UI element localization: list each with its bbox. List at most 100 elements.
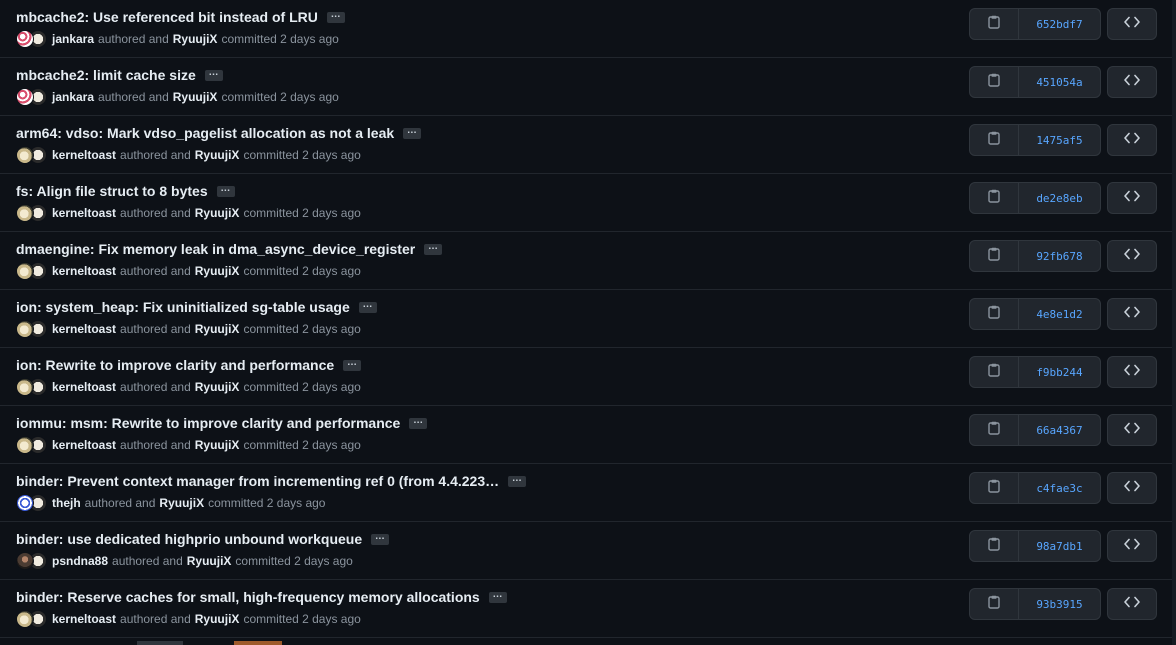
author-link[interactable]: kerneltoast	[52, 322, 116, 336]
author-avatar[interactable]	[16, 204, 34, 222]
copy-sha-button[interactable]	[970, 125, 1019, 155]
author-avatar[interactable]	[16, 378, 34, 396]
copy-sha-button[interactable]	[970, 241, 1019, 271]
author-avatar[interactable]	[16, 610, 34, 628]
commit-title-link[interactable]: binder: Prevent context manager from inc…	[16, 473, 499, 489]
commit-title-link[interactable]: binder: Reserve caches for small, high-f…	[16, 589, 480, 605]
author-avatar[interactable]	[16, 262, 34, 280]
browse-repo-button[interactable]	[1107, 356, 1157, 388]
commit-sha-link[interactable]: 451054a	[1019, 67, 1100, 97]
author-link[interactable]: jankara	[52, 90, 94, 104]
committer-link[interactable]: RyuujiX	[195, 612, 240, 626]
browse-repo-button[interactable]	[1107, 8, 1157, 40]
copy-sha-button[interactable]	[970, 531, 1019, 561]
committer-link[interactable]: RyuujiX	[195, 148, 240, 162]
copy-sha-button[interactable]	[970, 589, 1019, 619]
copy-sha-button[interactable]	[970, 357, 1019, 387]
committer-link[interactable]: RyuujiX	[195, 206, 240, 220]
commit-sha-link[interactable]: 93b3915	[1019, 589, 1100, 619]
expand-message-button[interactable]: …	[488, 589, 507, 603]
author-avatar[interactable]	[16, 552, 34, 570]
commit-title-link[interactable]: iommu: msm: Rewrite to improve clarity a…	[16, 415, 400, 431]
browse-repo-button[interactable]	[1107, 66, 1157, 98]
commit-title-link[interactable]: ion: Rewrite to improve clarity and perf…	[16, 357, 334, 373]
copy-sha-button[interactable]	[970, 183, 1019, 213]
avatar-stack	[16, 552, 48, 570]
expand-message-button[interactable]: …	[409, 415, 428, 429]
commit-actions: de2e8eb	[969, 182, 1101, 214]
browse-repo-button[interactable]	[1107, 588, 1157, 620]
commit-sha-link[interactable]: 652bdf7	[1019, 9, 1100, 39]
copy-sha-button[interactable]	[970, 473, 1019, 503]
commit-sha-link[interactable]: 4e8e1d2	[1019, 299, 1100, 329]
clipboard-icon	[988, 73, 1000, 92]
expand-message-button[interactable]: …	[403, 125, 422, 139]
author-avatar[interactable]	[16, 436, 34, 454]
commit-sha-link[interactable]: f9bb244	[1019, 357, 1100, 387]
browse-repo-button[interactable]	[1107, 298, 1157, 330]
committer-link[interactable]: RyuujiX	[195, 322, 240, 336]
commit-title-link[interactable]: binder: use dedicated highprio unbound w…	[16, 531, 362, 547]
copy-sha-button[interactable]	[970, 67, 1019, 97]
commit-title-line: ion: system_heap: Fix uninitialized sg-t…	[16, 298, 377, 316]
expand-message-button[interactable]: …	[508, 473, 527, 487]
author-avatar[interactable]	[16, 30, 34, 48]
expand-message-button[interactable]: …	[216, 183, 235, 197]
commit-sha-link[interactable]: 98a7db1	[1019, 531, 1100, 561]
avatar-stack	[16, 30, 48, 48]
expand-message-button[interactable]: …	[326, 9, 345, 23]
author-link[interactable]: kerneltoast	[52, 148, 116, 162]
browse-repo-button[interactable]	[1107, 124, 1157, 156]
copy-sha-button[interactable]	[970, 299, 1019, 329]
code-icon	[1124, 595, 1140, 613]
commit-sha-link[interactable]: 1475af5	[1019, 125, 1100, 155]
author-link[interactable]: thejh	[52, 496, 81, 510]
commit-actions: 93b3915	[969, 588, 1101, 620]
copy-sha-button[interactable]	[970, 9, 1019, 39]
committer-link[interactable]: RyuujiX	[195, 264, 240, 278]
browse-repo-button[interactable]	[1107, 530, 1157, 562]
browse-repo-button[interactable]	[1107, 472, 1157, 504]
commit-title-link[interactable]: mbcache2: limit cache size	[16, 67, 196, 83]
committer-link[interactable]: RyuujiX	[195, 438, 240, 452]
author-avatar[interactable]	[16, 146, 34, 164]
expand-message-button[interactable]: …	[204, 67, 223, 81]
author-avatar[interactable]	[16, 320, 34, 338]
browse-repo-button[interactable]	[1107, 414, 1157, 446]
author-link[interactable]: kerneltoast	[52, 380, 116, 394]
commit-title-link[interactable]: mbcache2: Use referenced bit instead of …	[16, 9, 318, 25]
committer-link[interactable]: RyuujiX	[159, 496, 204, 510]
commit-sha-link[interactable]: 92fb678	[1019, 241, 1100, 271]
committer-link[interactable]: RyuujiX	[173, 32, 218, 46]
author-link[interactable]: kerneltoast	[52, 264, 116, 278]
clipboard-icon	[988, 189, 1000, 208]
expand-message-button[interactable]: …	[343, 357, 362, 371]
author-avatar[interactable]	[16, 88, 34, 106]
committer-link[interactable]: RyuujiX	[173, 90, 218, 104]
browse-repo-button[interactable]	[1107, 182, 1157, 214]
author-link[interactable]: kerneltoast	[52, 206, 116, 220]
author-link[interactable]: psndna88	[52, 554, 108, 568]
committer-link[interactable]: RyuujiX	[195, 380, 240, 394]
code-icon	[1124, 305, 1140, 323]
author-avatar[interactable]	[16, 494, 34, 512]
expand-message-button[interactable]: …	[358, 299, 377, 313]
commit-sha-link[interactable]: 66a4367	[1019, 415, 1100, 445]
commit-sha-link[interactable]: de2e8eb	[1019, 183, 1100, 213]
author-link[interactable]: kerneltoast	[52, 612, 116, 626]
copy-sha-button[interactable]	[970, 415, 1019, 445]
code-icon	[1124, 537, 1140, 555]
expand-message-button[interactable]: …	[424, 241, 443, 255]
commit-sha-link[interactable]: c4fae3c	[1019, 473, 1100, 503]
expand-message-button[interactable]: …	[371, 531, 390, 545]
author-link[interactable]: kerneltoast	[52, 438, 116, 452]
browse-repo-button[interactable]	[1107, 240, 1157, 272]
author-link[interactable]: jankara	[52, 32, 94, 46]
scrollbar-track[interactable]	[1172, 0, 1176, 645]
commit-title-link[interactable]: dmaengine: Fix memory leak in dma_async_…	[16, 241, 415, 257]
commit-title-link[interactable]: fs: Align file struct to 8 bytes	[16, 183, 208, 199]
code-icon	[1124, 479, 1140, 497]
commit-title-link[interactable]: arm64: vdso: Mark vdso_pagelist allocati…	[16, 125, 394, 141]
committer-link[interactable]: RyuujiX	[187, 554, 232, 568]
commit-title-link[interactable]: ion: system_heap: Fix uninitialized sg-t…	[16, 299, 350, 315]
